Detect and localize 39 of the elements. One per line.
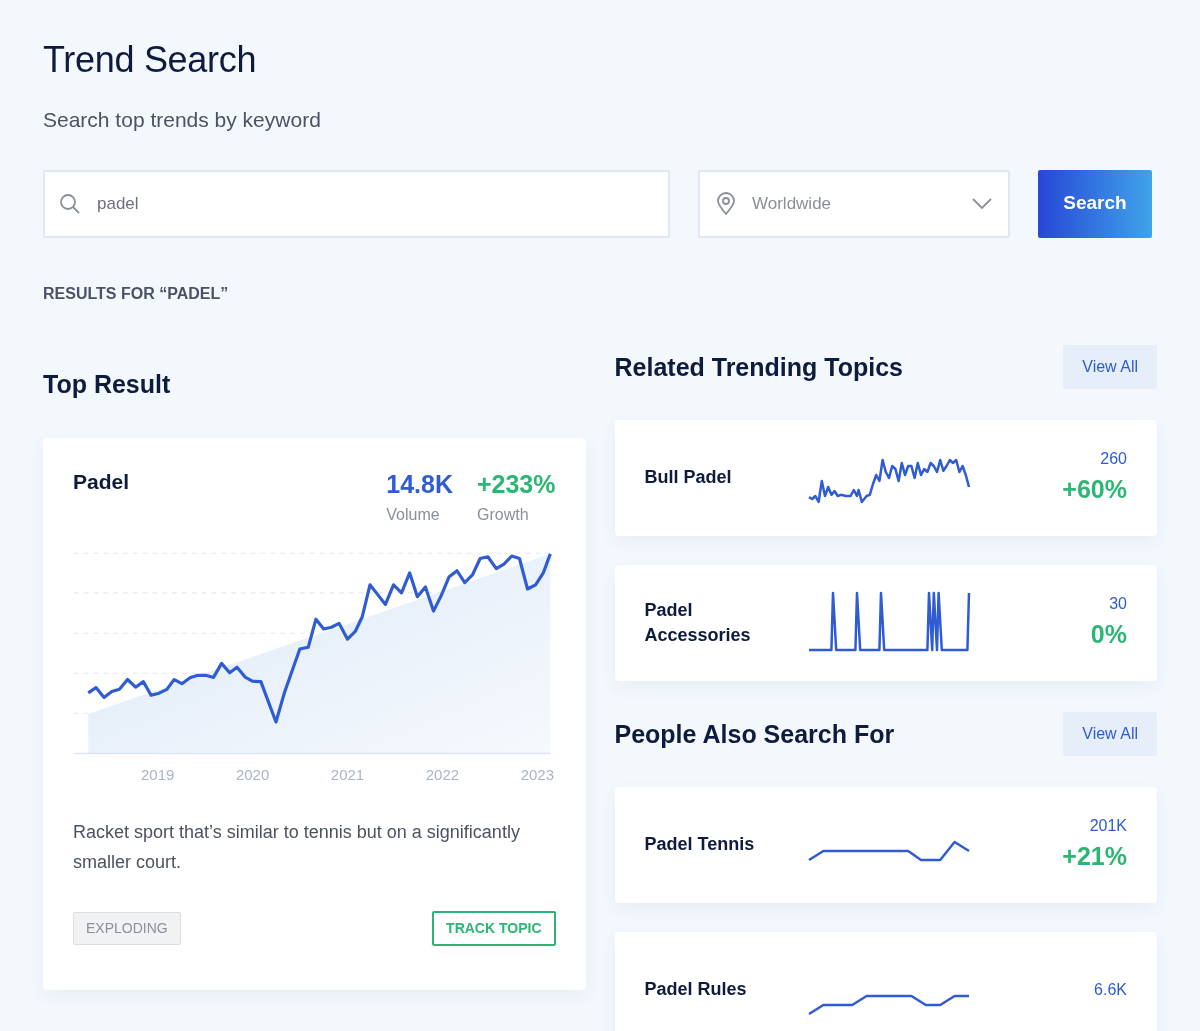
topic-description: Racket sport that’s similar to tennis but on a significantly smaller court. [73, 820, 521, 874]
volume-value: 14.8K [386, 468, 453, 500]
growth-value: +60% [1062, 473, 1127, 505]
view-all-button[interactable]: View All [1063, 344, 1157, 389]
volume-value: 30 [1109, 593, 1127, 614]
volume-value: 260 [1100, 448, 1127, 469]
axis-label: 2023 [520, 765, 554, 785]
page-title: Trend Search [43, 38, 258, 82]
results-label: RESULTS FOR “PADEL” [43, 283, 230, 304]
search-field[interactable]: padel [43, 169, 670, 238]
page-subtitle: Search top trends by keyword [43, 107, 322, 133]
growth-value: +21% [1062, 840, 1127, 872]
volume-label: Volume [386, 505, 441, 525]
topic-name: Bull Padel [644, 466, 733, 489]
location-dropdown[interactable]: Worldwide [698, 169, 1010, 238]
section-heading: Top Result [43, 368, 171, 399]
section-heading: People Also Search For [614, 718, 895, 749]
axis-label: 2019 [141, 765, 175, 785]
section-heading: Related Trending Topics [614, 351, 903, 382]
topic-card[interactable]: Padel Rules 6.6K [614, 931, 1157, 1031]
volume-value: 6.6K [1094, 979, 1127, 1000]
topic-card[interactable]: Padel Accessories 30 0% [614, 564, 1157, 681]
growth-label: Growth [476, 505, 530, 525]
growth-value: 0% [1090, 618, 1127, 650]
topic-name: Padel Accessories [644, 598, 752, 647]
search-button[interactable]: Search [1038, 169, 1152, 238]
status-tag: EXPLODING [73, 911, 181, 945]
track-topic-button[interactable]: TRACK TOPIC [432, 910, 556, 946]
topic-name: Padel Tennis [644, 833, 756, 856]
view-all-button[interactable]: View All [1063, 711, 1157, 756]
topic-card[interactable]: Bull Padel 260 +60% [614, 419, 1157, 536]
topic-name: Padel Rules [644, 978, 748, 1001]
topic-card[interactable]: Padel Tennis 201K +21% [614, 786, 1157, 903]
growth-value: +233% [476, 468, 556, 500]
topic-name: Padel [73, 468, 130, 495]
axis-label: 2020 [235, 765, 270, 785]
axis-label: 2022 [425, 765, 460, 785]
volume-value: 201K [1089, 815, 1127, 836]
axis-label: 2021 [330, 765, 365, 785]
